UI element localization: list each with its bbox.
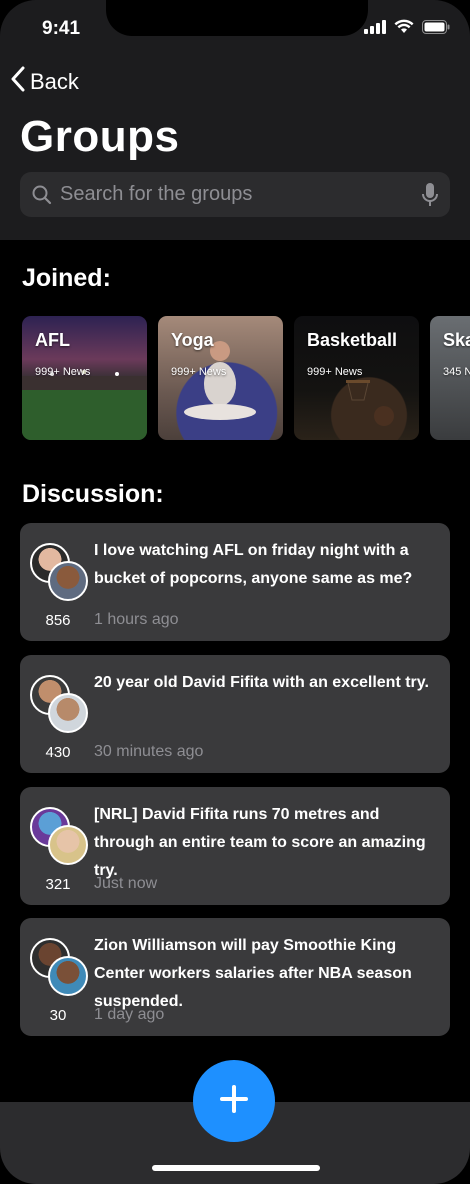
avatar [48, 956, 88, 996]
avatar [48, 825, 88, 865]
discussion-time: 1 day ago [94, 1006, 165, 1023]
discussion-time: 30 minutes ago [94, 743, 204, 760]
joined-heading: Joined: [22, 264, 111, 292]
signal-icon [364, 19, 386, 39]
discussion-card[interactable]: I love watching AFL on friday night with… [20, 523, 450, 641]
discussion-text: Zion Williamson will pay Smoothie King C… [94, 937, 412, 1010]
chevron-left-icon [10, 66, 26, 98]
group-name: AFL [35, 330, 70, 350]
group-name: Yoga [171, 330, 214, 350]
joined-groups-carousel[interactable]: AFL 999+ News Yoga 999+ News Basketball … [22, 316, 470, 440]
microphone-icon[interactable] [410, 182, 450, 208]
discussion-time: Just now [94, 875, 158, 892]
group-news-count: 345 N [443, 366, 470, 378]
group-card-afl[interactable]: AFL 999+ News [22, 316, 147, 440]
avatar-group [30, 938, 90, 996]
discussion-time: 1 hours ago [94, 611, 179, 628]
discussion-count: 430 [45, 744, 71, 761]
battery-icon [422, 19, 450, 39]
group-name: Basketball [307, 330, 398, 350]
page-title: Groups [20, 112, 180, 161]
discussion-card[interactable]: [NRL] David Fifita runs 70 metres and th… [20, 787, 450, 905]
avatar-group [30, 543, 90, 601]
group-news-count: 999+ News [35, 366, 91, 378]
search-icon [20, 185, 60, 205]
group-news-count: 999+ News [307, 366, 363, 378]
discussion-card[interactable]: 20 year old David Fifita with an excelle… [20, 655, 450, 773]
discussion-card[interactable]: Zion Williamson will pay Smoothie King C… [20, 918, 450, 1036]
discussion-text: 20 year old David Fifita with an excelle… [94, 674, 429, 691]
discussion-count: 321 [45, 876, 71, 893]
status-icons [364, 19, 450, 39]
discussion-count: 30 [49, 1007, 67, 1024]
back-label: Back [30, 69, 79, 94]
avatar [48, 693, 88, 733]
home-indicator[interactable] [152, 1165, 320, 1171]
discussion-text: I love watching AFL on friday night with… [94, 542, 413, 587]
back-button[interactable]: Back [10, 66, 79, 98]
discussion-heading: Discussion: [22, 480, 164, 508]
notch [106, 0, 368, 36]
avatar-group [30, 675, 90, 733]
header: 9:41 Back Groups [0, 0, 470, 240]
search-bar[interactable] [20, 172, 450, 217]
plus-icon [219, 1084, 249, 1119]
group-card-yoga[interactable]: Yoga 999+ News [158, 316, 283, 440]
group-card-skate[interactable]: Ska 345 N [430, 316, 470, 440]
wifi-icon [394, 19, 414, 39]
status-time: 9:41 [42, 18, 81, 39]
avatar [48, 561, 88, 601]
discussion-count: 856 [45, 612, 71, 629]
add-discussion-button[interactable] [193, 1060, 275, 1142]
discussion-text: [NRL] David Fifita runs 70 metres and th… [94, 806, 426, 879]
group-card-basketball[interactable]: Basketball 999+ News [294, 316, 419, 440]
avatar-group [30, 807, 90, 865]
search-input[interactable] [60, 183, 410, 206]
app-screen: 9:41 Back Groups Search for the groups J… [0, 0, 470, 1184]
group-name: Ska [443, 330, 470, 350]
group-news-count: 999+ News [171, 366, 227, 378]
